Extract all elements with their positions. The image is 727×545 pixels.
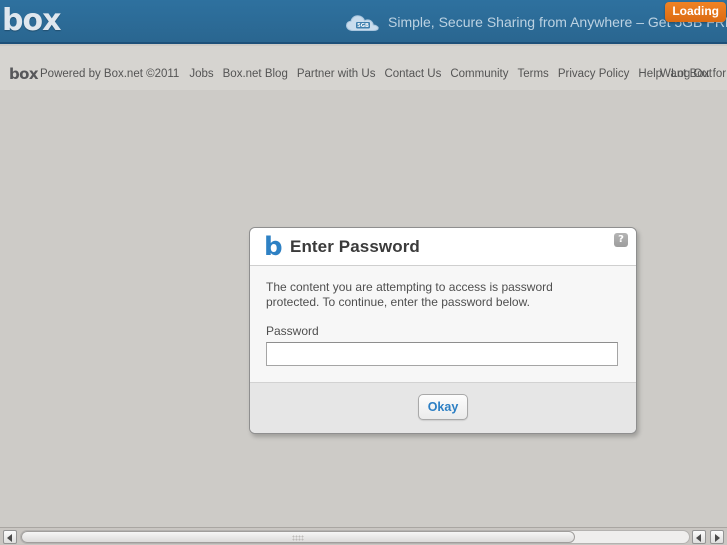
nav-link-partner[interactable]: Partner with Us bbox=[297, 68, 376, 80]
dialog-title: Enter Password bbox=[290, 237, 420, 256]
dialog-body: The content you are attempting to access… bbox=[250, 266, 636, 382]
nav-links: Powered by Box.net ©2011 Jobs Box.net Blog… bbox=[40, 67, 721, 81]
nav-link-terms[interactable]: Terms bbox=[518, 68, 549, 80]
password-dialog: b Enter Password ? The content you are a… bbox=[249, 227, 637, 434]
help-icon[interactable]: ? bbox=[614, 233, 628, 247]
scrollbar-grip-icon bbox=[292, 535, 305, 541]
nav-link-community[interactable]: Community bbox=[450, 68, 508, 80]
left-arrow-icon bbox=[695, 533, 701, 542]
scroll-left-button[interactable] bbox=[3, 530, 17, 544]
horizontal-scrollbar[interactable] bbox=[0, 527, 727, 545]
right-arrow-icon bbox=[715, 533, 720, 542]
dialog-header: b Enter Password ? bbox=[250, 228, 636, 266]
nav-link-powered-by[interactable]: Powered by Box.net ©2011 bbox=[40, 68, 179, 80]
okay-button[interactable]: Okay bbox=[418, 394, 468, 420]
box-logo: box bbox=[2, 3, 61, 38]
scrollbar-thumb[interactable] bbox=[21, 531, 576, 543]
nav-link-help[interactable]: Help bbox=[638, 68, 662, 80]
password-label: Password bbox=[266, 324, 319, 338]
nav-link-contact[interactable]: Contact Us bbox=[384, 68, 441, 80]
cloud-badge-label: 5GB bbox=[357, 23, 369, 29]
scroll-right-button[interactable] bbox=[710, 530, 724, 544]
dialog-footer: Okay bbox=[250, 382, 636, 433]
page-content: b Enter Password ? The content you are a… bbox=[0, 90, 727, 527]
nav-link-privacy[interactable]: Privacy Policy bbox=[558, 68, 630, 80]
scrollbar-track[interactable] bbox=[20, 530, 690, 544]
scroll-left-button-secondary[interactable] bbox=[692, 530, 706, 544]
nav-box-logo: box bbox=[9, 65, 39, 83]
box-b-logo-icon: b bbox=[264, 232, 283, 262]
password-input[interactable] bbox=[266, 342, 618, 366]
dialog-description: The content you are attempting to access… bbox=[266, 280, 553, 309]
nav-link-blog[interactable]: Box.net Blog bbox=[223, 68, 288, 80]
cloud-icon: 5GB bbox=[345, 15, 379, 31]
nav-promo-text[interactable]: Want Box for y bbox=[660, 67, 727, 81]
nav-link-jobs[interactable]: Jobs bbox=[189, 68, 213, 80]
top-banner: box 5GB Simple, Secure Sharing from Anyw… bbox=[0, 0, 727, 44]
left-arrow-icon bbox=[6, 533, 12, 542]
loading-badge: Loading bbox=[665, 2, 726, 22]
